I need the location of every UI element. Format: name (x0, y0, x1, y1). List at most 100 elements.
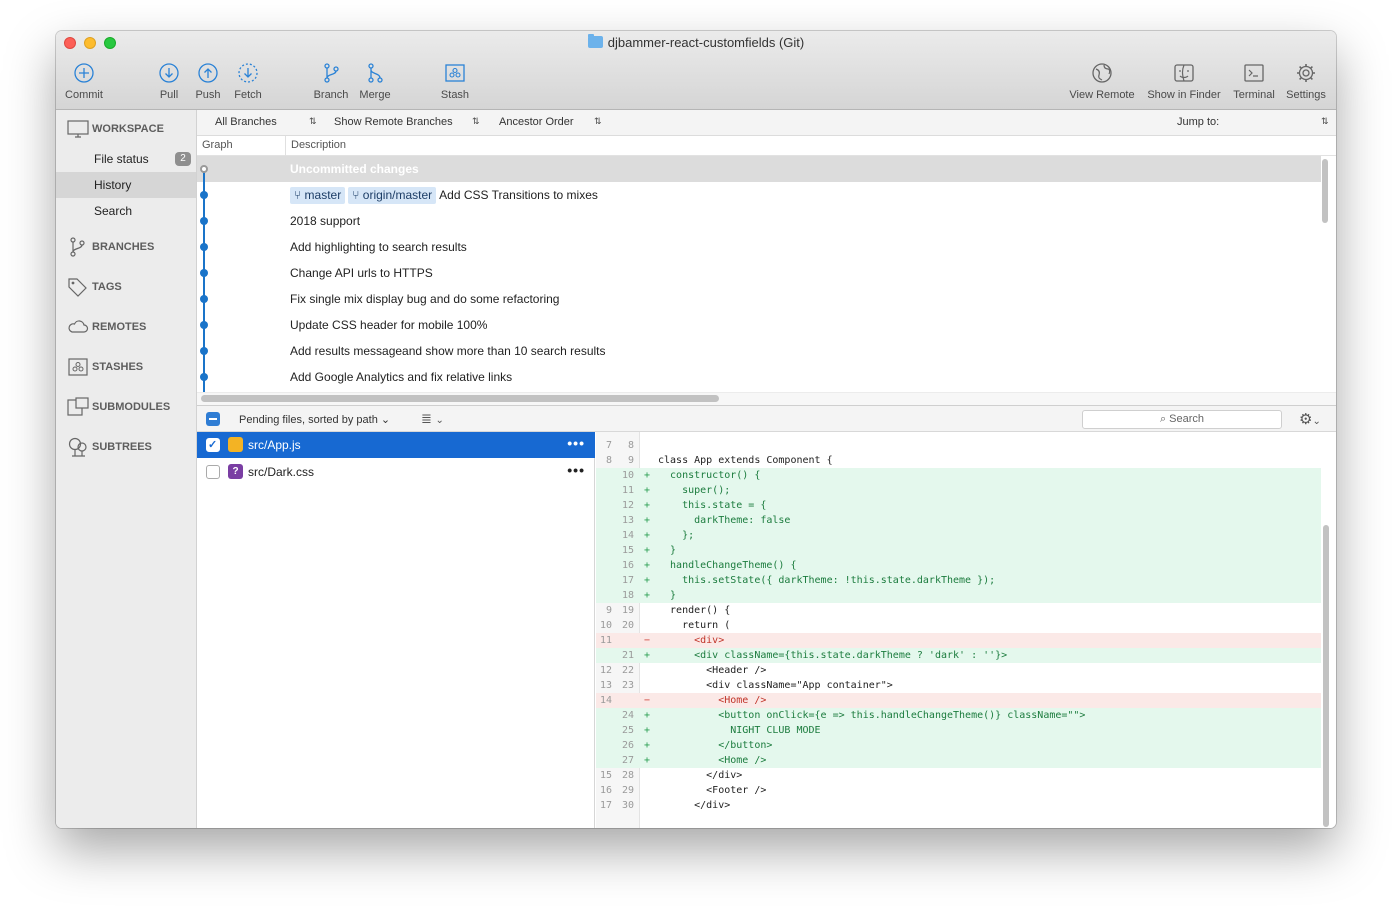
new-line-number: 16 (621, 560, 634, 571)
diff-line[interactable]: 18 + } (596, 588, 1321, 603)
commit-row[interactable]: ⑂ master ⑂ origin/master Add CSS Transitio… (197, 182, 1321, 208)
list-view-options-button[interactable]: ≣ ⌄ (421, 411, 444, 427)
fetch-button[interactable]: Fetch (230, 61, 266, 101)
sidebar-item-file-status[interactable]: File status 2 (56, 146, 196, 172)
pull-button[interactable]: Pull (153, 61, 185, 101)
branch-tag-origin-master[interactable]: ⑂ origin/master (348, 187, 437, 204)
diff-line[interactable]: 12 + this.state = { (596, 498, 1321, 513)
new-line-number: 14 (621, 530, 634, 541)
diff-code: }; (658, 530, 695, 541)
stash-button[interactable]: Stash (437, 61, 473, 101)
diff-code: <Home /> (658, 695, 767, 706)
select-all-checkbox[interactable] (206, 412, 220, 426)
sidebar-item-history[interactable]: History (56, 172, 196, 198)
diff-code: NIGHT CLUB MODE (658, 725, 821, 736)
push-button[interactable]: Push (192, 61, 224, 101)
description-column-header[interactable]: Description (291, 139, 346, 151)
diff-line[interactable]: 27 + <Home /> (596, 753, 1321, 768)
commit-row[interactable]: Fix single mix display bug and do some r… (197, 286, 1321, 312)
graph-node (200, 191, 208, 199)
sidebar-section-submodules[interactable]: SUBMODULES (67, 397, 170, 417)
branches-icon (67, 237, 89, 257)
diff-line[interactable]: 17 30 </div> (596, 798, 1321, 813)
diff-line[interactable]: 9 19 render() { (596, 603, 1321, 618)
diff-line[interactable]: 11 − <div> (596, 633, 1321, 648)
diff-scrollbar[interactable] (1323, 525, 1329, 827)
select-arrows-icon: ⇅ (472, 116, 480, 126)
diff-line[interactable]: 10 + constructor() { (596, 468, 1321, 483)
sidebar-section-branches[interactable]: BRANCHES (67, 237, 154, 257)
sidebar-section-tags[interactable]: TAGS (67, 277, 122, 297)
show-in-finder-button[interactable]: Show in Finder (1143, 61, 1225, 101)
chevron-down-icon: ⌄ (1312, 416, 1321, 427)
diff-line[interactable]: 15 + } (596, 543, 1321, 558)
file-row[interactable]: src/App.js ••• (197, 432, 595, 458)
diff-marker: + (644, 515, 651, 526)
sidebar-section-workspace[interactable]: WORKSPACE (67, 119, 164, 139)
file-checkbox[interactable] (206, 465, 220, 479)
commit-row[interactable]: Add Google Analytics and fix relative li… (197, 364, 1321, 390)
sort-files-dropdown[interactable]: Pending files, sorted by path ⌄ (239, 413, 390, 426)
commit-button[interactable]: Commit (62, 61, 106, 101)
commit-list-horizontal-scrollbar[interactable] (201, 395, 719, 402)
diff-line[interactable]: 15 28 </div> (596, 768, 1321, 783)
diff-line[interactable]: 10 20 return ( (596, 618, 1321, 633)
old-line-number: 8 (605, 455, 612, 466)
commit-row[interactable]: 2018 support (197, 208, 1321, 234)
commit-row[interactable]: Change API urls to HTTPS (197, 260, 1321, 286)
file-search-input[interactable]: ⌕ Search (1082, 410, 1282, 429)
subtree-icon (67, 437, 89, 457)
diff-line[interactable]: 14 + }; (596, 528, 1321, 543)
commit-list-scrollbar[interactable] (1322, 159, 1328, 223)
diff-line[interactable]: 17 + this.setState({ darkTheme: !this.sta… (596, 573, 1321, 588)
diff-line[interactable]: 78 (596, 438, 1321, 453)
more-options-icon[interactable]: ••• (567, 457, 585, 483)
graph-column-header[interactable]: Graph (202, 139, 233, 151)
file-checkbox[interactable] (206, 432, 220, 458)
old-line-number: 13 (599, 680, 612, 691)
branch-tag-master[interactable]: ⑂ master (290, 187, 346, 204)
column-divider[interactable] (285, 136, 286, 156)
gear-icon (1292, 61, 1320, 85)
diff-line[interactable]: 8 9 class App extends Component { (596, 453, 1321, 468)
settings-button[interactable]: Settings (1282, 61, 1330, 101)
sidebar-section-remotes[interactable]: REMOTES (67, 317, 146, 337)
new-line-number: 29 (621, 785, 634, 796)
diff-line[interactable]: 24 + <button onClick={e => this.handleCha… (596, 708, 1321, 723)
file-row[interactable]: ? src/Dark.css ••• (197, 459, 595, 485)
commit-graph-line (203, 169, 205, 392)
commit-row[interactable]: Add highlighting to search results (197, 234, 1321, 260)
remote-branches-filter-select[interactable]: Show Remote Branches (334, 116, 453, 128)
finder-icon (1170, 61, 1198, 85)
sidebar-item-search[interactable]: Search (56, 198, 196, 224)
commit-row[interactable]: Uncommitted changes (197, 156, 1321, 182)
diff-line[interactable]: 14 − <Home /> (596, 693, 1321, 708)
new-line-number: 19 (621, 605, 634, 616)
diff-line[interactable]: 13 + darkTheme: false (596, 513, 1321, 528)
diff-line[interactable]: 16 29 <Footer /> (596, 783, 1321, 798)
diff-line[interactable]: 12 22 <Header /> (596, 663, 1321, 678)
diff-code: <Home /> (658, 755, 767, 766)
diff-code: render() { (658, 605, 731, 616)
graph-node (200, 243, 208, 251)
sidebar-section-subtrees[interactable]: SUBTREES (67, 437, 152, 457)
diff-line[interactable]: 21 + <div className={this.state.darkTheme… (596, 648, 1321, 663)
view-remote-button[interactable]: View Remote (1066, 61, 1138, 101)
old-line-number: 9 (605, 605, 612, 616)
order-filter-select[interactable]: Ancestor Order (499, 116, 574, 128)
diff-line[interactable]: 16 + handleChangeTheme() { (596, 558, 1321, 573)
diff-line[interactable]: 13 23 <div className="App container"> (596, 678, 1321, 693)
branches-filter-select[interactable]: All Branches (215, 116, 277, 128)
diff-line[interactable]: 25 + NIGHT CLUB MODE (596, 723, 1321, 738)
commit-row[interactable]: Update CSS header for mobile 100% (197, 312, 1321, 338)
diff-line[interactable]: 26 + </button> (596, 738, 1321, 753)
terminal-button[interactable]: Terminal (1229, 61, 1279, 101)
merge-button[interactable]: Merge (356, 61, 394, 101)
diff-line[interactable]: 11 + super(); (596, 483, 1321, 498)
commit-row[interactable]: Add results messageand show more than 10… (197, 338, 1321, 364)
sidebar-section-stashes[interactable]: STASHES (67, 357, 143, 377)
branch-button[interactable]: Branch (311, 61, 351, 101)
more-options-icon[interactable]: ••• (567, 430, 585, 456)
file-actions-button[interactable]: ⚙⌄ (1299, 410, 1321, 428)
jump-to-select[interactable]: ⇅ (1321, 116, 1329, 127)
